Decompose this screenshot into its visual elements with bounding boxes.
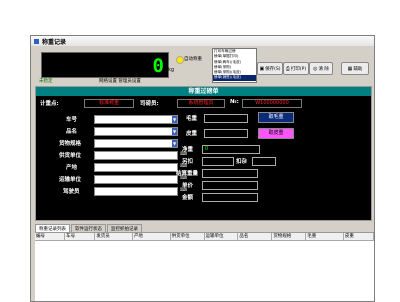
supplier-label: 供货单位 (59, 153, 82, 159)
origin-label: 产地 (66, 165, 78, 171)
net-field: 0 (202, 145, 260, 154)
stability-indicator (176, 56, 184, 64)
chevron-down-icon[interactable]: ▼ (172, 116, 177, 123)
chevron-down-icon[interactable]: ▼ (172, 128, 177, 135)
spec-combo[interactable]: ▼ (94, 139, 178, 148)
ticket-number-label: №: (230, 99, 239, 105)
tare-field[interactable] (204, 129, 248, 138)
weight-unit: kg (168, 67, 175, 73)
weight-value: 0 (152, 55, 164, 77)
print-button[interactable]: ⎙ 打印(P) (283, 62, 309, 75)
price-field[interactable] (202, 181, 258, 190)
clear-icon: ◎ (313, 65, 318, 72)
plate-label: 车号 (66, 117, 78, 123)
records-grid[interactable]: 编号 车号 发货员 产地 供货单位 运输单位 品名 货物规格 毛重 皮重 (35, 232, 374, 301)
list-item-selected[interactable]: 磅单(销售)(毛皮) (213, 75, 256, 81)
title-bar: 称重记录 (31, 36, 374, 46)
amount-field[interactable] (202, 193, 258, 202)
spec-label: 货物规格 (59, 141, 82, 147)
ticket-number-value: W100000000 (242, 99, 302, 108)
weight-display: 0 (41, 52, 169, 78)
column-header[interactable]: 发货员 (95, 233, 133, 240)
take-tare-button[interactable]: 取皮重 (258, 128, 294, 139)
save-button[interactable]: ▣ 保存(S) (257, 62, 283, 75)
checkpoint-value: 标准称重 (84, 99, 134, 108)
settle-label: 结算重量 (176, 171, 199, 177)
product-label: 品名 (66, 129, 78, 135)
extra-field[interactable] (202, 157, 234, 166)
column-header[interactable]: 车号 (65, 233, 96, 240)
tare-label: 皮重 (186, 131, 198, 137)
plate-combo[interactable]: ▼ (94, 115, 178, 124)
deduct-field[interactable] (252, 157, 276, 166)
checkpoint-label: 计重点: (40, 101, 59, 107)
column-header[interactable]: 货物规格 (272, 233, 307, 240)
grid-header: 编号 车号 发货员 产地 供货单位 运输单位 品名 货物规格 毛重 皮重 (35, 233, 374, 241)
print-template-list[interactable]: 打印车辆过磅 磅单(单据打印) 磅单(两车)(毛皮) 磅单(采购) 磅单(采购)… (212, 48, 257, 83)
gross-field[interactable] (204, 114, 248, 123)
operator-label: 司磅员: (140, 101, 159, 107)
deduct-label: 扣杂 (236, 159, 248, 165)
origin-field[interactable] (94, 163, 178, 172)
price-label: 单价 (182, 183, 194, 189)
transport-label: 运输单位 (59, 177, 82, 183)
app-icon (34, 38, 39, 44)
top-area: 0 kg 自动称重 未稳定 网络设置 管理员设置 打印车辆过磅 磅单(单据打印)… (31, 47, 374, 84)
help-button[interactable]: ▦ 辅助 (341, 62, 369, 75)
gross-label: 毛重 (186, 116, 198, 122)
column-header[interactable]: 编号 (35, 233, 66, 240)
transport-field[interactable] (94, 175, 178, 184)
column-header[interactable]: 皮重 (344, 233, 374, 240)
driver-field[interactable] (94, 187, 178, 196)
chevron-down-icon[interactable]: ▼ (172, 140, 177, 147)
auto-weigh-label: 自动称重 (184, 57, 202, 62)
weighing-form: 称重过磅单 计重点: 标准称重 司磅员: 系统管理员 №: W100000000… (35, 86, 372, 221)
save-icon: ▣ (259, 65, 265, 72)
printer-icon: ⎙ (285, 65, 290, 72)
amount-label: 金额 (182, 195, 194, 201)
supplier-field[interactable] (94, 151, 178, 160)
grid-icon: ▦ (347, 65, 353, 72)
operator-value: 系统管理员 (177, 99, 225, 108)
settings-links[interactable]: 网络设置 管理员设置 (99, 78, 141, 84)
form-title: 称重过磅单 (36, 87, 371, 96)
take-gross-button[interactable]: 取毛重 (258, 112, 294, 123)
column-header[interactable]: 毛重 (306, 233, 344, 240)
driver-label: 驾驶员 (63, 189, 80, 195)
status-text: 未稳定 (39, 79, 53, 84)
product-combo[interactable]: ▼ (94, 127, 178, 136)
column-header[interactable]: 供货单位 (171, 233, 205, 240)
column-header[interactable]: 产地 (133, 233, 171, 240)
settle-field[interactable] (202, 169, 258, 178)
window-title: 称重记录 (42, 38, 67, 46)
weighing-window: 称重记录 0 kg 自动称重 未稳定 网络设置 管理员设置 打印车辆过磅 磅单(… (30, 35, 375, 302)
clear-button[interactable]: ◎ 清 除 (309, 62, 333, 75)
column-header[interactable]: 品名 (238, 233, 273, 240)
net-label: 净重 (182, 147, 194, 153)
column-header[interactable]: 运输单位 (205, 233, 239, 240)
extra-label: 另扣 (182, 159, 194, 165)
